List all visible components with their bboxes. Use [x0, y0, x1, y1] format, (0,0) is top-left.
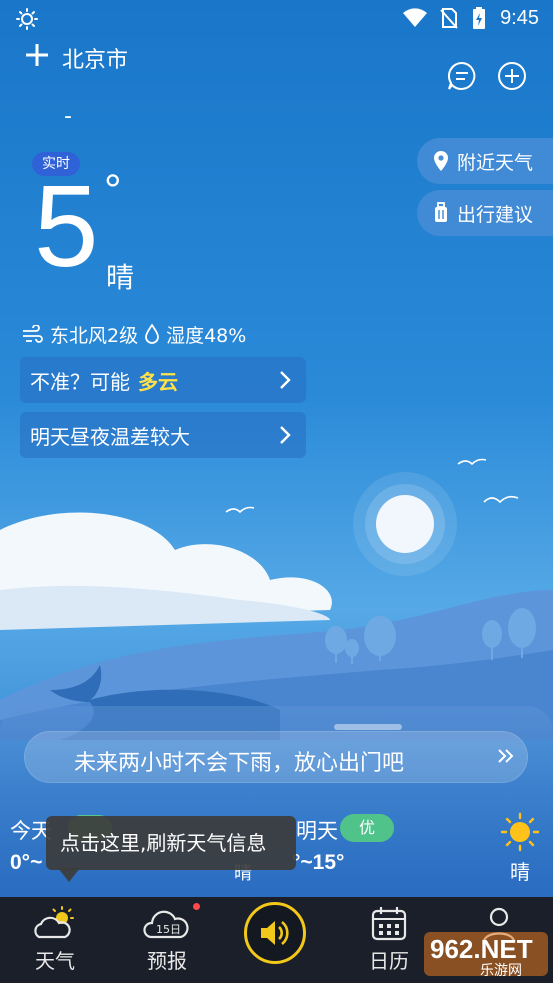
city-name[interactable]: 北京市 — [62, 42, 128, 74]
current-condition: 晴 — [106, 261, 135, 294]
tab-weather-label: 天气 — [35, 949, 75, 973]
tab-forecast-label: 预报 — [147, 949, 187, 973]
double-chevron-right-icon[interactable] — [496, 746, 516, 766]
svg-text:15日: 15日 — [156, 923, 181, 936]
travel-advice-button[interactable]: 出行建议 — [417, 190, 553, 236]
tomorrow-aqi-badge: 优 — [340, 814, 394, 842]
header-dash: - — [64, 104, 72, 129]
today-temperature: 0°~ — [10, 851, 43, 874]
travel-advice-label: 出行建议 — [457, 203, 534, 226]
wind-icon — [23, 325, 43, 343]
drag-handle[interactable] — [334, 724, 402, 730]
status-time: 9:45 — [500, 7, 539, 29]
hint-text: 不准？可能 — [30, 369, 130, 394]
weather-scenery-illustration — [0, 458, 553, 740]
wifi-icon — [403, 8, 427, 27]
calendar-icon — [371, 907, 407, 941]
tomorrow-condition: 晴 — [510, 860, 530, 884]
tab-weather[interactable]: 天气 — [0, 897, 110, 983]
refresh-tooltip[interactable]: 点击这里,刷新天气信息 — [46, 816, 296, 870]
current-temperature: 5 — [34, 161, 99, 291]
tomorrow-temperature: °~15° — [292, 851, 345, 874]
battery-charging-icon — [473, 7, 485, 29]
voice-broadcast-button[interactable] — [244, 902, 306, 964]
tomorrow-label: 明天 — [296, 819, 338, 843]
humidity-text: 湿度48% — [166, 324, 247, 347]
hint-highlight: 多云 — [138, 369, 178, 394]
hint-maybe-cloudy[interactable]: 不准？可能 多云 — [20, 357, 306, 403]
sunny-icon — [500, 812, 540, 852]
luggage-icon — [435, 202, 447, 222]
add-circle-icon[interactable] — [496, 60, 528, 92]
location-pin-icon — [434, 151, 448, 171]
nearby-weather-button[interactable]: 附近天气 — [417, 138, 553, 184]
wind-text: 东北风2级 — [50, 324, 139, 347]
message-icon[interactable] — [446, 60, 478, 92]
chevron-right-icon — [280, 371, 291, 389]
15-day-forecast-icon: 15日 — [143, 910, 189, 939]
add-city-icon[interactable] — [24, 42, 50, 68]
notification-dot — [193, 903, 200, 910]
sun-status-icon — [16, 8, 38, 30]
no-sim-icon — [440, 8, 458, 29]
partly-cloudy-icon — [34, 906, 74, 939]
humidity-drop-icon — [145, 324, 159, 344]
rain-notice-text: 未来两小时不会下雨，放心出门吧 — [74, 751, 405, 776]
degree-symbol: ° — [104, 166, 122, 215]
tab-calendar-label: 日历 — [369, 949, 409, 973]
nearby-weather-label: 附近天气 — [457, 151, 534, 174]
tab-forecast[interactable]: 15日 预报 — [112, 897, 222, 983]
watermark-subtext: 乐游网 — [480, 963, 522, 979]
speaker-icon — [261, 920, 289, 946]
tooltip-tail — [58, 868, 80, 882]
wind-humidity-row: 东北风2级 湿度48% — [22, 320, 246, 348]
